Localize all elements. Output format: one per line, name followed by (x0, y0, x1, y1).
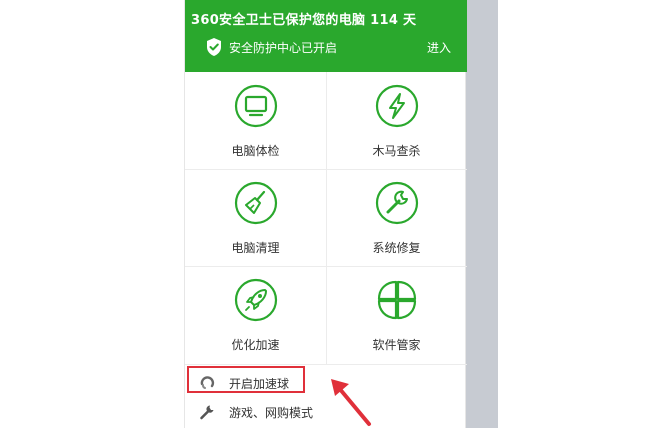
tile-computer-checkup[interactable]: 电脑体检 (185, 72, 326, 169)
wrench-icon (375, 181, 418, 225)
annotation-arrow-icon (331, 379, 371, 426)
tile-label: 软件管家 (372, 338, 421, 352)
tile-label: 木马查杀 (372, 144, 421, 158)
wrench-icon (200, 405, 214, 420)
header-banner: 360安全卫士已保护您的电脑 114 天 安全防护中心已开启 进入 (185, 0, 467, 72)
annotation-highlight-box (187, 366, 305, 393)
tile-software-manager[interactable]: 软件管家 (326, 266, 467, 363)
tile-label: 电脑体检 (231, 144, 280, 158)
enter-link[interactable]: 进入 (427, 39, 451, 56)
protection-status-row: 安全防护中心已开启 进入 (203, 37, 459, 57)
tile-label: 系统修复 (372, 241, 421, 255)
menu-item-label: 游戏、网购模式 (229, 406, 314, 420)
background-strip (466, 0, 498, 428)
tile-label: 电脑清理 (231, 241, 280, 255)
shield-check-icon (207, 38, 221, 56)
clover-icon (377, 280, 416, 320)
popup-panel: 360安全卫士已保护您的电脑 114 天 安全防护中心已开启 进入 电脑体检 木… (184, 0, 467, 428)
protection-days-title: 360安全卫士已保护您的电脑 114 天 (191, 13, 417, 28)
tile-speed-optimize[interactable]: 优化加速 (185, 266, 326, 363)
tile-computer-cleanup[interactable]: 电脑清理 (185, 169, 326, 266)
tile-system-repair[interactable]: 系统修复 (326, 169, 467, 266)
lightning-icon (375, 84, 418, 128)
rocket-icon (234, 278, 277, 322)
protection-status-text: 安全防护中心已开启 (229, 41, 338, 55)
tile-trojan-scan[interactable]: 木马查杀 (326, 72, 467, 169)
broom-icon (234, 181, 277, 225)
tile-label: 优化加速 (231, 338, 280, 352)
monitor-icon (234, 84, 277, 128)
feature-grid: 电脑体检 木马查杀 电脑清理 系统修复 优化加速 软件管家 (185, 72, 467, 364)
